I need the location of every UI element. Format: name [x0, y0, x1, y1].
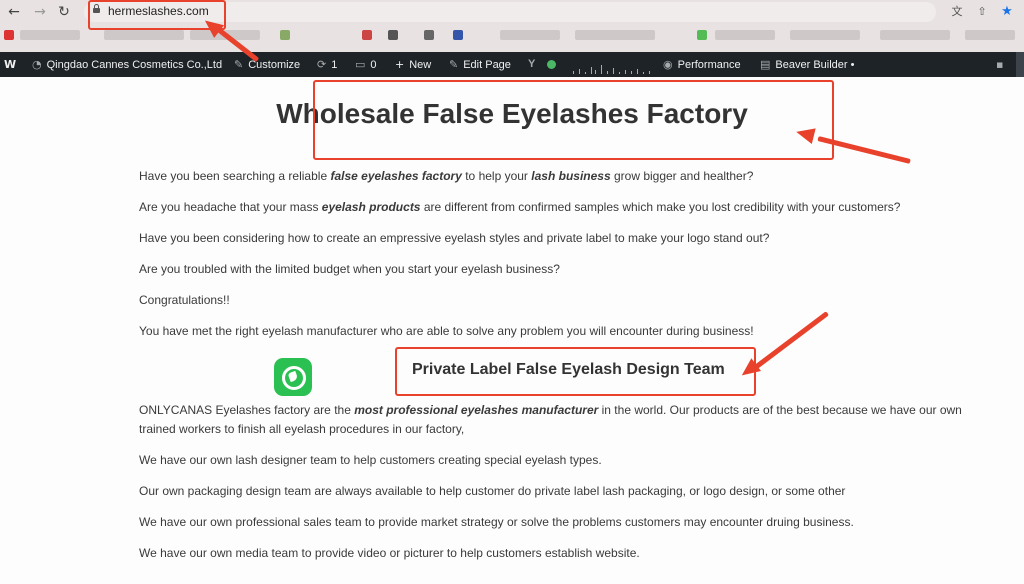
updates-icon: ⟳	[317, 58, 327, 71]
bookmark-icon[interactable]	[424, 30, 434, 40]
annotation-box-title	[313, 80, 834, 160]
bookmark-item[interactable]	[790, 30, 860, 40]
share-icon[interactable]: ⇧	[975, 5, 989, 19]
bookmark-item[interactable]	[575, 30, 655, 40]
updates-link[interactable]: ⟳ 1	[317, 52, 337, 77]
account-avatar[interactable]	[1016, 52, 1024, 77]
bookmark-item[interactable]	[715, 30, 775, 40]
bookmark-icon[interactable]	[4, 30, 14, 40]
wp-admin-bar: W ◔ Qingdao Cannes Cosmetics Co.,Ltd ✎ Cus…	[0, 52, 1024, 77]
pencil-icon: ✎	[449, 58, 459, 71]
dashboard-icon: ◔	[32, 58, 42, 71]
bookmark-item[interactable]	[880, 30, 950, 40]
performance-icon: ◉	[663, 58, 673, 71]
bookmark-star-icon[interactable]: ★	[1000, 5, 1014, 19]
intro-paragraph-5: Congratulations!!	[139, 293, 230, 307]
bookmark-item[interactable]	[500, 30, 560, 40]
whatsapp-icon[interactable]	[274, 358, 312, 396]
plus-icon: +	[395, 58, 405, 71]
intro-paragraph-1: Have you been searching a reliable false…	[139, 169, 754, 183]
body-paragraph-1: ONLYCANAS Eyelashes factory are the most…	[139, 403, 962, 417]
annotation-box-subtitle	[395, 347, 756, 396]
body-paragraph-3: Our own packaging design team are always…	[139, 484, 846, 498]
brush-icon: ✎	[234, 58, 244, 71]
bookmark-icon[interactable]	[280, 30, 290, 40]
beaver-builder-link[interactable]: ▤ Beaver Builder •	[760, 52, 854, 77]
comments-link[interactable]: ▭ 0	[355, 52, 377, 77]
body-paragraph-4: We have our own professional sales team …	[139, 515, 854, 529]
forward-button[interactable]: →	[32, 4, 48, 20]
traffic-graph[interactable]	[571, 64, 651, 74]
site-name-link[interactable]: ◔ Qingdao Cannes Cosmetics Co.,Ltd	[32, 52, 222, 77]
intro-paragraph-2: Are you headache that your mass eyelash …	[139, 200, 901, 214]
body-paragraph-2: We have our own lash designer team to he…	[139, 453, 602, 467]
intro-paragraph-4: Are you troubled with the limited budget…	[139, 262, 560, 276]
bookmark-icon[interactable]	[362, 30, 372, 40]
status-dot-icon	[547, 60, 556, 69]
edit-page-link[interactable]: ✎ Edit Page	[449, 52, 511, 77]
bookmark-item[interactable]	[20, 30, 80, 40]
wordpress-logo-icon[interactable]: W	[4, 52, 21, 77]
bookmark-icon[interactable]	[388, 30, 398, 40]
intro-paragraph-6: You have met the right eyelash manufactu…	[139, 324, 754, 338]
intro-paragraph-3: Have you been considering how to create …	[139, 231, 770, 245]
bookmark-icon[interactable]	[453, 30, 463, 40]
admin-bar-chat-icon[interactable]: ▪	[996, 52, 1008, 77]
body-paragraph-5: We have our own media team to provide vi…	[139, 546, 640, 560]
new-content-link[interactable]: + New	[395, 52, 431, 77]
translate-icon[interactable]: 文	[950, 5, 964, 19]
bookmark-icon[interactable]	[697, 30, 707, 40]
bookmark-item[interactable]	[104, 30, 184, 40]
beaver-builder-icon: ▤	[760, 58, 771, 71]
performance-link[interactable]: ◉ Performance	[663, 52, 741, 77]
customize-link[interactable]: ✎ Customize	[234, 52, 300, 77]
reload-button[interactable]: ↻	[56, 4, 72, 20]
back-button[interactable]: ←	[6, 4, 22, 20]
body-paragraph-1-cont: trained workers to finish all eyelash pr…	[139, 422, 465, 436]
yoast-seo-icon[interactable]: Y	[528, 52, 535, 77]
bookmark-item[interactable]	[965, 30, 1015, 40]
comment-icon: ▭	[355, 58, 366, 71]
